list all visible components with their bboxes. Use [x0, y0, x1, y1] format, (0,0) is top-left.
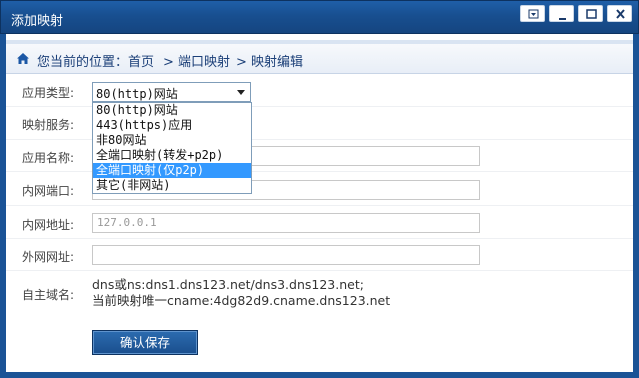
app-type-select[interactable]: 80(http)网站: [92, 82, 251, 102]
window-titlebar: 添加映射: [0, 0, 639, 34]
breadcrumb-mapping-edit[interactable]: > 映射编辑: [236, 51, 303, 70]
restore-button[interactable]: [549, 5, 574, 22]
domain-cname-line: 当前映射唯一cname:4dg82d9.cname.dns123.net: [92, 293, 391, 308]
domain-ns-line: dns或ns:dns1.dns123.net/dns3.dns123.net;: [92, 277, 364, 292]
restore-icon: [559, 18, 566, 20]
save-button[interactable]: 确认保存: [92, 330, 198, 355]
custom-domain-info: dns或ns:dns1.dns123.net/dns3.dns123.net; …: [92, 277, 390, 309]
row-wan-address: 外网网址:: [6, 239, 633, 271]
app-type-option[interactable]: 443(https)应用: [93, 118, 251, 133]
chevron-down-icon[interactable]: [237, 90, 245, 95]
row-lan-address: 内网地址: 127.0.0.1: [6, 206, 633, 239]
lan-address-input[interactable]: 127.0.0.1: [92, 213, 480, 233]
app-type-label: 应用类型:: [22, 86, 75, 100]
app-type-option[interactable]: 全端口映射(转发+p2p): [93, 148, 251, 163]
close-icon: [616, 9, 625, 19]
wan-address-input[interactable]: [92, 245, 480, 265]
maximize-button[interactable]: [578, 5, 603, 22]
app-type-option[interactable]: 其它(非网站): [93, 178, 251, 193]
maximize-icon: [586, 9, 597, 19]
lan-address-label: 内网地址:: [22, 218, 75, 232]
breadcrumb-home[interactable]: 首页: [128, 51, 154, 70]
breadcrumb: 您当前的位置： 首页 > 端口映射 > 映射编辑: [6, 44, 633, 74]
app-type-option[interactable]: 80(http)网站: [93, 103, 251, 118]
close-button[interactable]: [607, 5, 632, 22]
app-type-value: 80(http)网站: [96, 87, 178, 101]
dropdown-box-icon: [528, 9, 539, 19]
custom-domain-label: 自主域名:: [22, 288, 75, 302]
app-type-option[interactable]: 非80网站: [93, 133, 251, 148]
breadcrumb-prefix: 您当前的位置：: [37, 55, 129, 70]
lan-port-label: 内网端口:: [22, 184, 75, 198]
app-type-option-highlighted[interactable]: 全端口映射(仅p2p): [93, 163, 251, 178]
window-menu-button[interactable]: [520, 5, 545, 22]
home-icon[interactable]: [16, 52, 30, 65]
window-title: 添加映射: [11, 14, 64, 29]
mapping-service-label: 映射服务:: [22, 118, 75, 132]
wan-address-label: 外网网址:: [22, 250, 75, 264]
app-type-dropdown-list: 80(http)网站 443(https)应用 非80网站 全端口映射(转发+p…: [92, 102, 252, 194]
app-name-label: 应用名称:: [22, 151, 75, 165]
breadcrumb-port-mapping[interactable]: > 端口映射: [163, 51, 230, 70]
window-controls: [520, 5, 632, 22]
